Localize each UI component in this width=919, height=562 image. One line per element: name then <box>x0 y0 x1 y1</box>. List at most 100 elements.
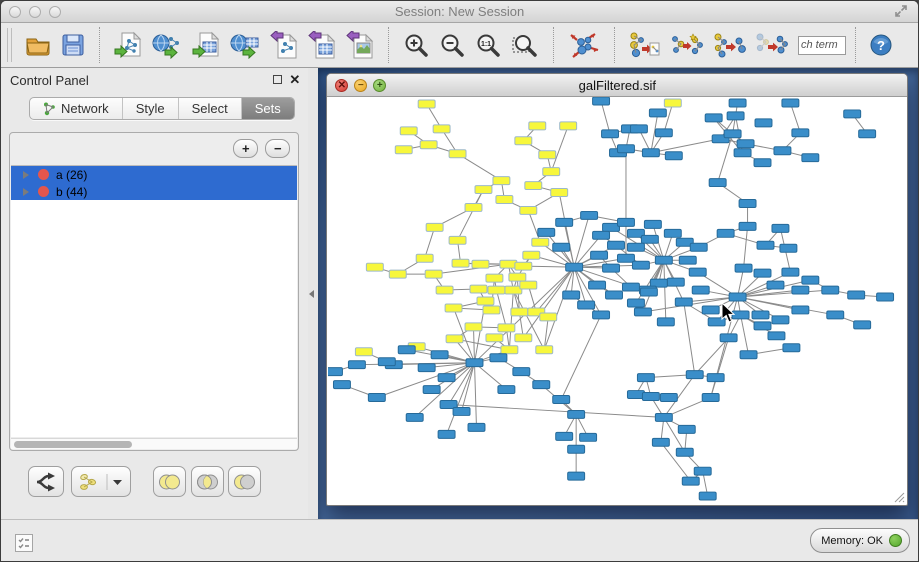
graph-node[interactable] <box>566 263 583 271</box>
graph-node[interactable] <box>396 146 413 154</box>
graph-node[interactable] <box>568 410 585 418</box>
graph-node[interactable] <box>635 308 652 316</box>
graph-node[interactable] <box>783 344 800 352</box>
graph-node[interactable] <box>724 130 741 138</box>
graph-node[interactable] <box>623 283 640 291</box>
graph-node[interactable] <box>602 130 619 138</box>
graph-node[interactable] <box>390 270 407 278</box>
graph-edge[interactable] <box>651 139 721 153</box>
graph-node[interactable] <box>772 224 789 232</box>
graph-node[interactable] <box>486 334 503 342</box>
zoom-fit-button[interactable]: 1:1 <box>473 31 503 59</box>
graph-edge[interactable] <box>562 315 602 400</box>
graph-node[interactable] <box>496 196 513 204</box>
graph-node[interactable] <box>472 260 489 268</box>
tab-network[interactable]: Network <box>30 98 123 119</box>
graph-node[interactable] <box>628 243 645 251</box>
resize-grip-icon[interactable] <box>893 491 905 503</box>
set-row-a[interactable]: a (26) <box>11 166 297 183</box>
graph-node[interactable] <box>465 323 482 331</box>
collapse-panel-icon[interactable] <box>309 290 314 298</box>
graph-node[interactable] <box>606 291 623 299</box>
graph-node[interactable] <box>452 259 469 267</box>
graph-node[interactable] <box>631 125 648 133</box>
graph-node[interactable] <box>680 256 697 264</box>
graph-node[interactable] <box>643 393 660 401</box>
graph-node[interactable] <box>656 413 673 421</box>
graph-node[interactable] <box>334 381 351 389</box>
graph-node[interactable] <box>628 391 645 399</box>
graph-edge[interactable] <box>524 267 575 338</box>
graph-node[interactable] <box>628 299 645 307</box>
graph-edge[interactable] <box>475 363 477 428</box>
graph-node[interactable] <box>529 122 546 130</box>
graph-node[interactable] <box>593 97 610 105</box>
graph-node[interactable] <box>693 286 710 294</box>
graph-node[interactable] <box>740 351 757 359</box>
graph-node[interactable] <box>690 268 707 276</box>
graph-node[interactable] <box>513 368 530 376</box>
graph-node[interactable] <box>752 311 769 319</box>
close-panel-icon[interactable]: ✕ <box>289 72 300 88</box>
graph-node[interactable] <box>782 268 799 276</box>
graph-node[interactable] <box>401 127 418 135</box>
graph-node[interactable] <box>802 154 819 162</box>
graph-node[interactable] <box>877 293 894 301</box>
graph-node[interactable] <box>475 186 492 194</box>
graph-node[interactable] <box>553 243 570 251</box>
graph-node[interactable] <box>525 182 542 190</box>
graph-node[interactable] <box>486 274 503 282</box>
export-network-button[interactable] <box>268 30 300 60</box>
difference-sets-button[interactable] <box>228 466 261 497</box>
graph-node[interactable] <box>603 264 620 272</box>
graph-node[interactable] <box>466 359 483 367</box>
graph-node[interactable] <box>515 334 532 342</box>
graph-node[interactable] <box>593 231 610 239</box>
graph-node[interactable] <box>498 324 515 332</box>
graph-node[interactable] <box>580 433 597 441</box>
graph-node[interactable] <box>665 229 682 237</box>
import-network-url-button[interactable] <box>150 30 184 60</box>
graph-node[interactable] <box>848 291 865 299</box>
graph-node[interactable] <box>367 263 384 271</box>
graph-node[interactable] <box>436 286 453 294</box>
graph-node[interactable] <box>641 288 658 296</box>
graph-node[interactable] <box>717 229 734 237</box>
graph-edge[interactable] <box>425 227 435 258</box>
graph-node[interactable] <box>768 332 785 340</box>
graph-edge[interactable] <box>545 267 575 350</box>
graph-node[interactable] <box>446 335 463 343</box>
graph-node[interactable] <box>433 125 450 133</box>
graph-node[interactable] <box>774 147 791 155</box>
tab-style[interactable]: Style <box>123 98 179 119</box>
graph-node[interactable] <box>438 430 455 438</box>
graph-edge[interactable] <box>529 210 541 242</box>
graph-node[interactable] <box>618 218 635 226</box>
graph-edge[interactable] <box>449 363 475 405</box>
graph-node[interactable] <box>419 364 436 372</box>
graph-node[interactable] <box>589 281 606 289</box>
graph-edge[interactable] <box>664 260 666 322</box>
graph-node[interactable] <box>729 99 746 107</box>
graph-node[interactable] <box>399 346 416 354</box>
graph-node[interactable] <box>656 256 673 264</box>
graph-node[interactable] <box>568 445 585 453</box>
graph-node[interactable] <box>653 438 670 446</box>
intersect-sets-button[interactable] <box>191 466 224 497</box>
graph-node[interactable] <box>782 99 799 107</box>
graph-node[interactable] <box>520 206 537 214</box>
graph-edge[interactable] <box>449 404 664 417</box>
graph-node[interactable] <box>668 278 685 286</box>
show-all-button[interactable] <box>753 30 789 60</box>
graph-node[interactable] <box>420 141 437 149</box>
graph-node[interactable] <box>511 308 528 316</box>
graph-node[interactable] <box>417 254 434 262</box>
graph-node[interactable] <box>754 269 771 277</box>
graph-node[interactable] <box>445 304 462 312</box>
export-table-button[interactable] <box>306 30 338 60</box>
graph-node[interactable] <box>449 236 466 244</box>
graph-node[interactable] <box>532 238 549 246</box>
graph-node[interactable] <box>755 119 772 127</box>
graph-node[interactable] <box>666 152 683 160</box>
graph-node[interactable] <box>560 122 577 130</box>
